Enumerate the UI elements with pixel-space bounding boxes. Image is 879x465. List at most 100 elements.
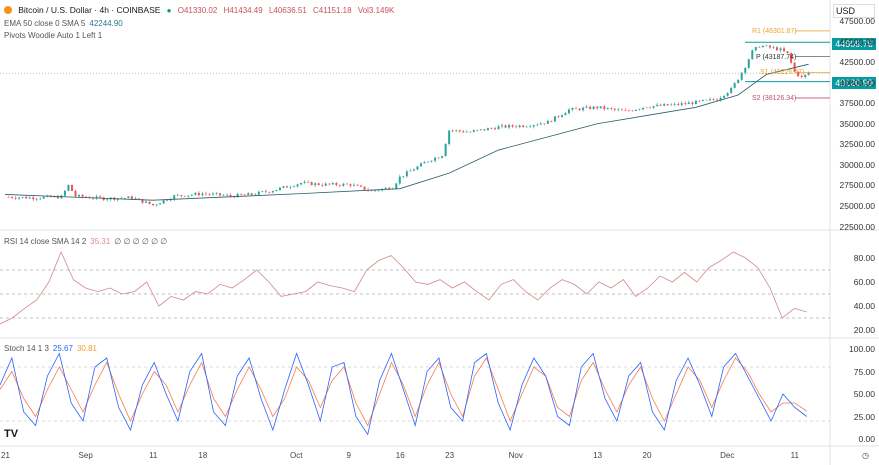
candle-body [726, 92, 729, 96]
candle-body [335, 183, 338, 186]
candle-body [152, 203, 155, 206]
candle-body [345, 183, 348, 185]
rsi-tick-label: 20.00 [853, 325, 875, 335]
candle-body [589, 106, 592, 109]
time-tick-label: 18 [198, 451, 208, 460]
rsi-legend[interactable]: RSI 14 close SMA 14 2 35.31 ∅ ∅ ∅ ∅ ∅ ∅ [4, 237, 171, 246]
candle-body [652, 106, 655, 108]
candle-body [455, 130, 458, 131]
rsi-label: RSI 14 close SMA 14 2 [4, 237, 87, 246]
candle-body [462, 131, 465, 133]
candle-body [730, 87, 733, 93]
candle-body [137, 198, 140, 200]
candle-body [458, 130, 461, 132]
candle-body [264, 191, 267, 192]
price-tick-label: 42500.00 [839, 57, 875, 68]
candle-body [145, 201, 147, 203]
pivot-p-label: P (43187.74) [756, 54, 797, 61]
candle-body [204, 193, 207, 195]
rsi-tick-label: 40.00 [853, 301, 875, 311]
candle-body [338, 185, 341, 186]
rsi-tick-label: 80.00 [853, 253, 875, 263]
candle-body [130, 196, 133, 199]
candle-body [67, 184, 70, 191]
candle-body [539, 123, 542, 125]
candle-body [775, 47, 778, 51]
time-tick-label: 23 [445, 451, 455, 460]
candle-body [508, 125, 511, 128]
price-tick-label: 27500.00 [839, 180, 875, 191]
stoch-legend[interactable]: Stoch 14 1 3 25.67 30.81 [4, 344, 101, 353]
candle-body [321, 185, 324, 186]
candle-body [575, 107, 578, 109]
pivots-label: Pivots Woodie Auto 1 Left 1 [4, 31, 103, 40]
candle-body [515, 126, 518, 128]
candle-body [219, 193, 222, 196]
stoch-tick-label: 75.00 [853, 366, 875, 377]
candle-body [747, 59, 750, 68]
candle-body [634, 109, 637, 111]
candle-body [786, 51, 789, 54]
candle-body [758, 46, 761, 48]
candle-body [352, 184, 355, 186]
candle-body [63, 190, 66, 196]
candle-body [666, 104, 669, 106]
ema-legend[interactable]: EMA 50 close 0 SMA 5 42244.90 [4, 19, 127, 28]
candle-body [553, 116, 556, 122]
candle-body [106, 199, 109, 201]
candle-body [412, 169, 415, 171]
candle-body [560, 115, 563, 117]
candle-body [18, 197, 21, 199]
candle-body [751, 50, 754, 60]
candle-body [310, 182, 313, 186]
candle-body [240, 193, 243, 195]
price-tick-label: 22500.00 [839, 221, 875, 232]
candle-body [402, 176, 405, 177]
candle-body [497, 126, 500, 130]
candle-body [25, 196, 28, 199]
candle-body [610, 107, 613, 109]
stoch-label: Stoch 14 1 3 [4, 344, 49, 353]
candle-body [226, 194, 229, 196]
candle-body [659, 104, 662, 106]
candle-body [70, 184, 73, 191]
bitcoin-icon [4, 6, 12, 14]
timezone-settings-icon[interactable]: ◷ [862, 451, 869, 460]
stoch-tick-label: 50.00 [853, 389, 875, 399]
price-tick-label: 40000.00 [839, 77, 875, 88]
pivots-legend[interactable]: Pivots Woodie Auto 1 Left 1 [4, 31, 106, 40]
candle-body [624, 110, 627, 111]
candle-body [434, 157, 437, 161]
candle-body [532, 125, 535, 127]
time-tick-label: Nov [508, 451, 523, 460]
candle-body [356, 184, 359, 186]
candle-body [289, 186, 292, 188]
candle-body [606, 107, 609, 109]
candle-body [772, 47, 775, 48]
time-tick-label: Sep [78, 451, 93, 460]
pivot-s1-label: S1 (41226.47) [760, 69, 805, 76]
pivot-s2-label: S2 (38126.34) [752, 95, 797, 102]
time-tick-label: 20 [642, 451, 652, 460]
tradingview-logo-icon[interactable]: TV [4, 428, 18, 440]
candle-body [286, 186, 288, 188]
high-value: H41434.49 [223, 6, 263, 15]
candle-body [448, 130, 451, 144]
candle-body [469, 131, 472, 133]
candle-body [501, 125, 504, 127]
candle-body [701, 99, 704, 101]
stoch-d-value: 30.81 [76, 344, 97, 353]
candle-body [405, 171, 408, 177]
candle-body [564, 113, 567, 116]
candle-body [166, 200, 169, 201]
stoch-k-line [0, 352, 807, 436]
symbol-title[interactable]: Bitcoin / U.S. Dollar · 4h · COINBASE [18, 5, 160, 15]
time-tick-label: 11 [149, 451, 158, 460]
candle-body [493, 128, 496, 130]
candle-body [765, 45, 768, 47]
chart-canvas[interactable] [0, 0, 879, 465]
candle-body [550, 120, 553, 122]
candle-body [268, 191, 271, 193]
candle-body [546, 120, 549, 124]
candle-body [183, 195, 186, 197]
